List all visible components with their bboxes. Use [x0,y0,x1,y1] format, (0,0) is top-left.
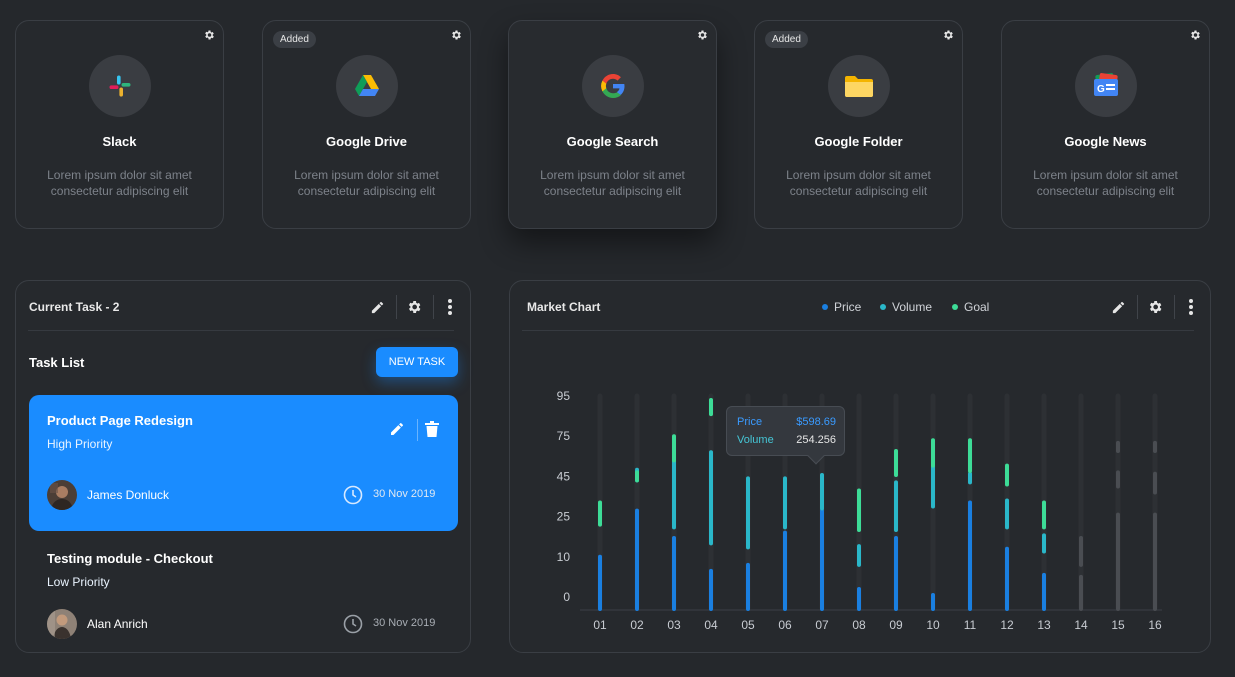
task-date: 30 Nov 2019 [373,488,436,500]
integration-description: Lorem ipsum dolor sit amet consectetur a… [1033,168,1178,198]
new-task-button[interactable]: NEW TASK [376,347,458,377]
gear-icon[interactable] [203,28,215,40]
x-tick-label: 16 [1148,618,1162,632]
integration-name: Google News [1064,134,1147,149]
clock-icon [343,614,363,634]
y-tick-label: 75 [557,429,571,443]
integration-description: Lorem ipsum dolor sit amet consectetur a… [786,168,931,198]
integration-description: Lorem ipsum dolor sit amet consectetur a… [294,168,439,198]
task-date: 30 Nov 2019 [373,617,436,629]
current-task-panel: Current Task - 2 Task List NEW TASK Prod… [15,280,471,653]
gear-icon[interactable] [403,296,425,318]
integration-description: Lorem ipsum dolor sit amet consectetur a… [47,168,192,198]
x-tick-label: 05 [741,618,755,632]
x-tick-label: 04 [704,618,718,632]
market-chart-panel: Market Chart Price Volume Goal 0 10 25 45 75… [509,280,1211,653]
more-vertical-icon[interactable] [439,296,461,318]
x-tick-label: 14 [1074,618,1088,632]
integration-name: Google Folder [814,134,903,149]
x-tick-label: 07 [815,618,829,632]
task-card[interactable]: Product Page Redesign High Priority Jame… [29,395,458,531]
gear-icon[interactable] [450,28,462,40]
integration-card-google-search[interactable]: Google Search Lorem ipsum dolor sit amet … [508,20,717,229]
task-card[interactable]: Testing module - Checkout Low Priority A… [29,539,458,649]
divider [28,330,454,331]
integration-name: Google Search [566,134,659,149]
avatar [47,609,77,639]
gear-icon[interactable] [1189,28,1201,40]
svg-text:G: G [1097,84,1105,95]
panel-title: Current Task - 2 [29,300,120,314]
y-tick-label: 95 [557,389,571,403]
added-badge: Added [765,31,808,48]
x-tick-label: 12 [1000,618,1014,632]
integration-description: Lorem ipsum dolor sit amet consectetur a… [540,168,685,198]
x-tick-label: 15 [1111,618,1125,632]
y-tick-label: 0 [563,590,570,604]
x-tick-label: 03 [667,618,681,632]
task-priority: Low Priority [47,575,110,589]
clock-icon [343,485,363,505]
x-tick-label: 09 [889,618,903,632]
y-tick-label: 45 [557,469,571,483]
x-tick-label: 06 [778,618,792,632]
google-folder-icon [828,55,890,117]
market-chart[interactable]: 0 10 25 45 75 95 01 02 03 04 05 06 07 08 09 10 11 12 13 14 1… [510,281,1212,654]
added-badge: Added [273,31,316,48]
integration-card-slack[interactable]: Slack Lorem ipsum dolor sit amet consecte… [15,20,224,229]
x-tick-label: 02 [630,618,644,632]
trash-icon[interactable] [425,421,443,439]
integration-card-google-drive[interactable]: Added Google Drive Lorem ipsum dolor sit a… [262,20,471,229]
google-news-icon: G [1075,55,1137,117]
task-priority: High Priority [47,437,113,451]
edit-icon[interactable] [366,296,388,318]
x-tick-label: 11 [964,618,977,632]
x-tick-label: 10 [926,618,940,632]
tooltip-volume-label: Volume [737,434,774,446]
task-list-heading: Task List [29,355,85,370]
x-tick-label: 01 [593,618,607,632]
y-tick-label: 25 [557,510,571,524]
gear-icon[interactable] [942,28,954,40]
integration-card-google-folder[interactable]: Added Google Folder Lorem ipsum dolor sit … [754,20,963,229]
avatar [47,480,77,510]
task-title: Product Page Redesign [47,413,193,428]
task-title: Testing module - Checkout [47,551,213,566]
integration-card-google-news[interactable]: G Google News Lorem ipsum dolor sit amet c… [1001,20,1210,229]
x-tick-label: 13 [1037,618,1051,632]
integration-name: Google Drive [326,134,407,149]
assignee-name: James Donluck [87,488,170,502]
integration-name: Slack [102,134,137,149]
chart-tooltip: Price $598.69 Volume 254.256 [726,406,845,465]
gear-icon[interactable] [696,28,708,40]
tooltip-volume-value: 254.256 [796,434,836,446]
tooltip-price-value: $598.69 [796,416,836,428]
y-tick-label: 10 [557,550,571,564]
google-search-icon [582,55,644,117]
google-drive-icon [336,55,398,117]
edit-icon[interactable] [389,421,407,439]
tooltip-price-label: Price [737,416,763,428]
slack-icon [89,55,151,117]
x-tick-label: 08 [852,618,866,632]
assignee-name: Alan Anrich [87,617,148,631]
